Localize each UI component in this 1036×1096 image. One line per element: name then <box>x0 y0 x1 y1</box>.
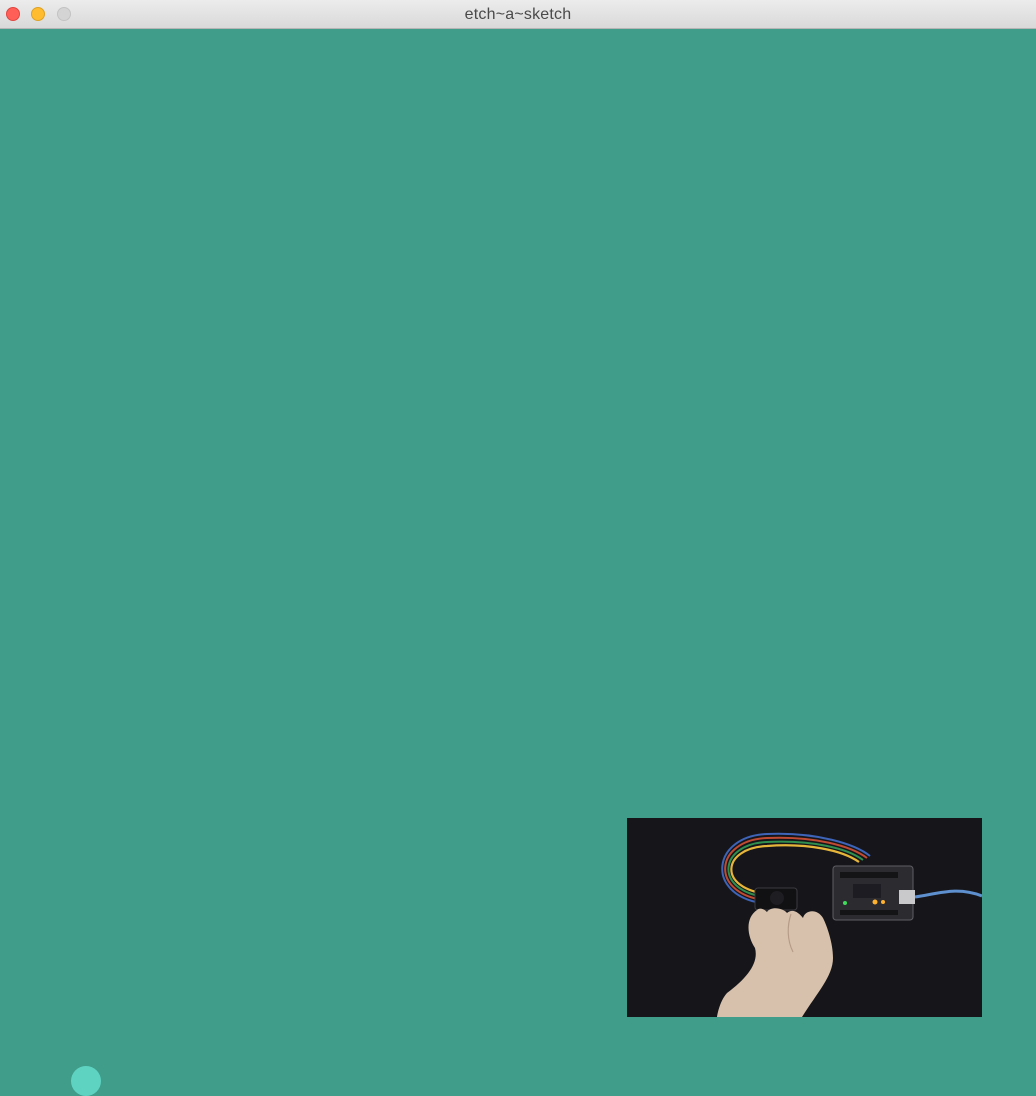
arduino-demo-photo <box>627 818 982 1017</box>
window-title: etch~a~sketch <box>464 6 572 23</box>
title-bar[interactable]: etch~a~sketch <box>0 0 1036 29</box>
cursor-dot <box>71 1066 101 1096</box>
app-window: etch~a~sketch <box>0 0 1036 1096</box>
webcam-video-overlay <box>627 818 982 1017</box>
